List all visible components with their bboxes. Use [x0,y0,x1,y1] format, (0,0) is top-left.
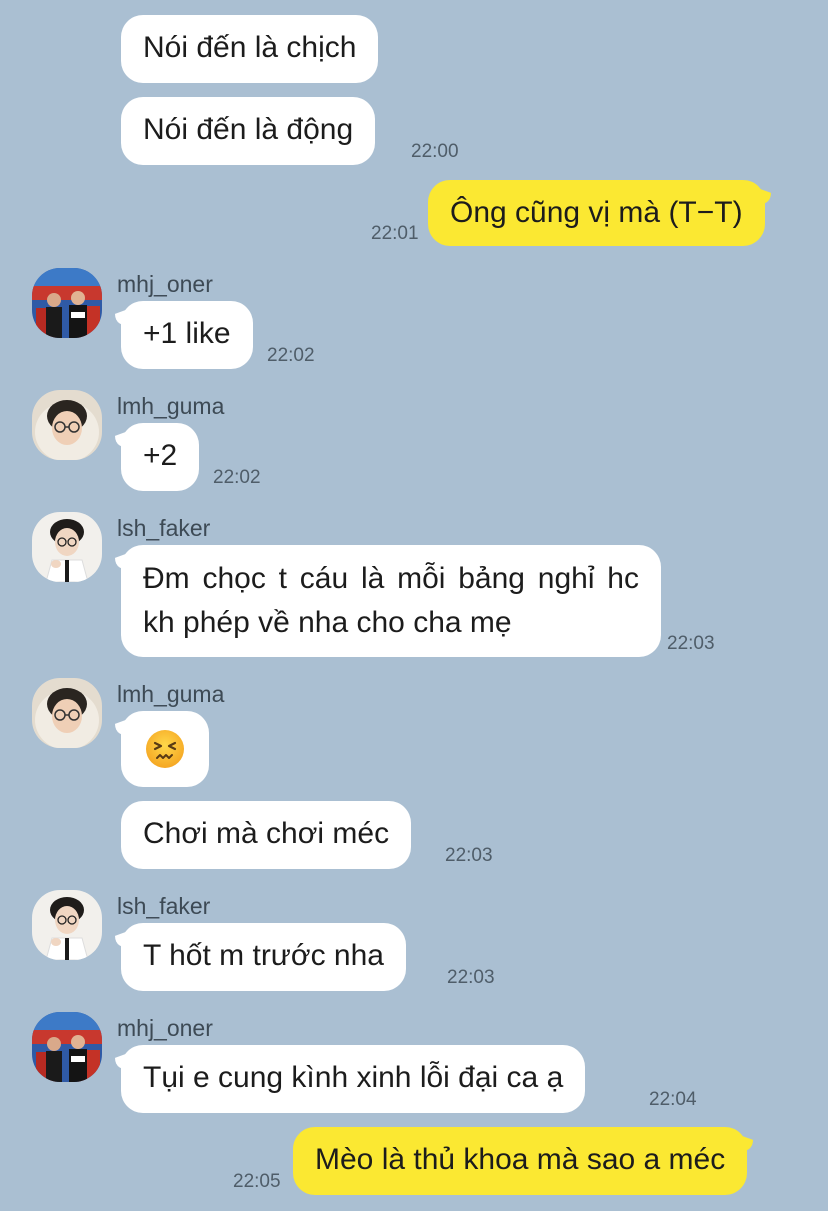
message-timestamp: 22:03 [667,633,715,654]
avatar-lmh-guma[interactable] [32,390,102,460]
sender-name: mhj_oner [117,271,213,297]
message-text: Nói đến là động [143,113,354,146]
message-timestamp: 22:00 [411,141,459,162]
incoming-message-bubble[interactable]: +2 [121,423,200,491]
message-text: Đm chọc t cáu là mỗi bảng nghỉ hc kh phé… [143,562,639,639]
outgoing-message-bubble[interactable]: Ông cũng vị mà (T−T) [428,180,765,246]
incoming-message-bubble[interactable]: Nói đến là động [121,97,376,165]
confounded-face-emoji-icon [146,730,184,768]
avatar-lsh-faker[interactable] [32,512,102,582]
incoming-message-bubble[interactable]: T hốt m trước nha [121,923,406,991]
message-text: T hốt m trước nha [143,939,384,972]
chat-message-list[interactable]: Nói đến là chịch Nói đến là động 22:00 2… [0,0,828,1211]
message-text: Tụi e cung kình xinh lỗi đại ca ạ [143,1061,564,1094]
avatar-image [32,1012,102,1082]
message-text: +2 [143,439,178,472]
incoming-message-bubble[interactable]: Đm chọc t cáu là mỗi bảng nghỉ hc kh phé… [121,545,661,657]
message-text: Nói đến là chịch [143,31,357,64]
outgoing-message-bubble[interactable]: Mèo là thủ khoa mà sao a méc [293,1127,748,1195]
message-timestamp: 22:05 [233,1171,281,1192]
incoming-message-bubble[interactable]: Chơi mà chơi méc [121,801,412,869]
avatar-image [32,268,102,338]
avatar-image [32,890,102,960]
sender-name: lmh_guma [117,681,225,707]
message-timestamp: 22:02 [213,467,261,488]
avatar-mhj-oner[interactable] [32,1012,102,1082]
avatar-image [32,678,102,748]
message-text: Ông cũng vị mà (T−T) [450,196,743,229]
message-timestamp: 22:01 [371,223,419,244]
sender-name: lsh_faker [117,515,211,541]
incoming-message-bubble[interactable]: +1 like [121,301,253,369]
sender-name: lsh_faker [117,893,211,919]
message-text: +1 like [143,317,231,350]
message-text: Chơi mà chơi méc [143,817,390,850]
incoming-message-bubble[interactable]: Nói đến là chịch [121,15,379,83]
sender-name: lmh_guma [117,393,225,419]
avatar-image [32,512,102,582]
sender-name: mhj_oner [117,1015,213,1041]
message-timestamp: 22:02 [267,345,315,366]
message-timestamp: 22:03 [447,967,495,988]
message-timestamp: 22:04 [649,1089,697,1110]
incoming-message-bubble[interactable]: Tụi e cung kình xinh lỗi đại ca ạ [121,1045,586,1113]
avatar-lmh-guma[interactable] [32,678,102,748]
avatar-mhj-oner[interactable] [32,268,102,338]
avatar-lsh-faker[interactable] [32,890,102,960]
message-timestamp: 22:03 [445,845,493,866]
incoming-message-bubble[interactable] [121,711,209,787]
avatar-image [32,390,102,460]
message-text: Mèo là thủ khoa mà sao a méc [315,1143,726,1176]
